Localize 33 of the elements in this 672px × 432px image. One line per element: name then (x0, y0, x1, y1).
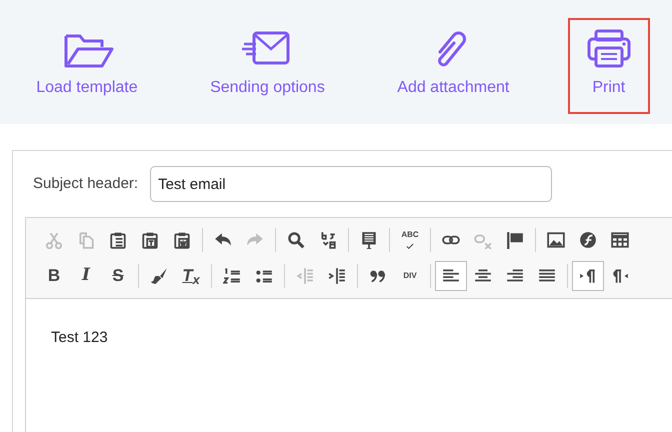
table-icon (611, 231, 629, 249)
subject-label: Subject header: (33, 174, 138, 194)
align-left-button[interactable] (435, 261, 467, 291)
paperclip-action-button[interactable]: Add attachment (383, 18, 524, 114)
clipboard-text-icon (141, 231, 159, 249)
template-icon (360, 231, 378, 249)
left-to-right-icon (579, 267, 597, 285)
numbered-list-icon (223, 267, 241, 285)
folder-action-button[interactable]: Load template (22, 18, 152, 114)
indent-icon (328, 267, 346, 285)
replace-icon (319, 231, 337, 249)
body-text: Test 123 (51, 328, 109, 348)
copy-icon (77, 231, 95, 249)
right-to-left-icon (611, 267, 629, 285)
outdent-icon (296, 267, 314, 285)
envelope-action-button[interactable]: Sending options (196, 18, 339, 114)
flash-icon (579, 231, 597, 249)
remove-format-button[interactable]: T$_{x}$ (175, 261, 207, 291)
scissors-icon (45, 231, 63, 249)
bold-button[interactable]: B (38, 261, 70, 291)
subject-field[interactable]: Test email (150, 166, 552, 202)
italic-button[interactable]: I (70, 261, 102, 291)
clipboard-word-icon (173, 231, 191, 249)
search-icon (287, 231, 305, 249)
ltr-button[interactable] (572, 261, 604, 291)
image-icon (547, 231, 565, 249)
paintbrush-icon (150, 267, 168, 285)
printer-action-button[interactable]: Print (568, 18, 650, 114)
div-button[interactable]: DIV (394, 261, 426, 291)
flag-icon (506, 231, 524, 249)
spellcheck-button[interactable]: ABC (394, 225, 426, 255)
strike-button[interactable]: S (102, 261, 134, 291)
clipboard-icon (109, 231, 127, 249)
